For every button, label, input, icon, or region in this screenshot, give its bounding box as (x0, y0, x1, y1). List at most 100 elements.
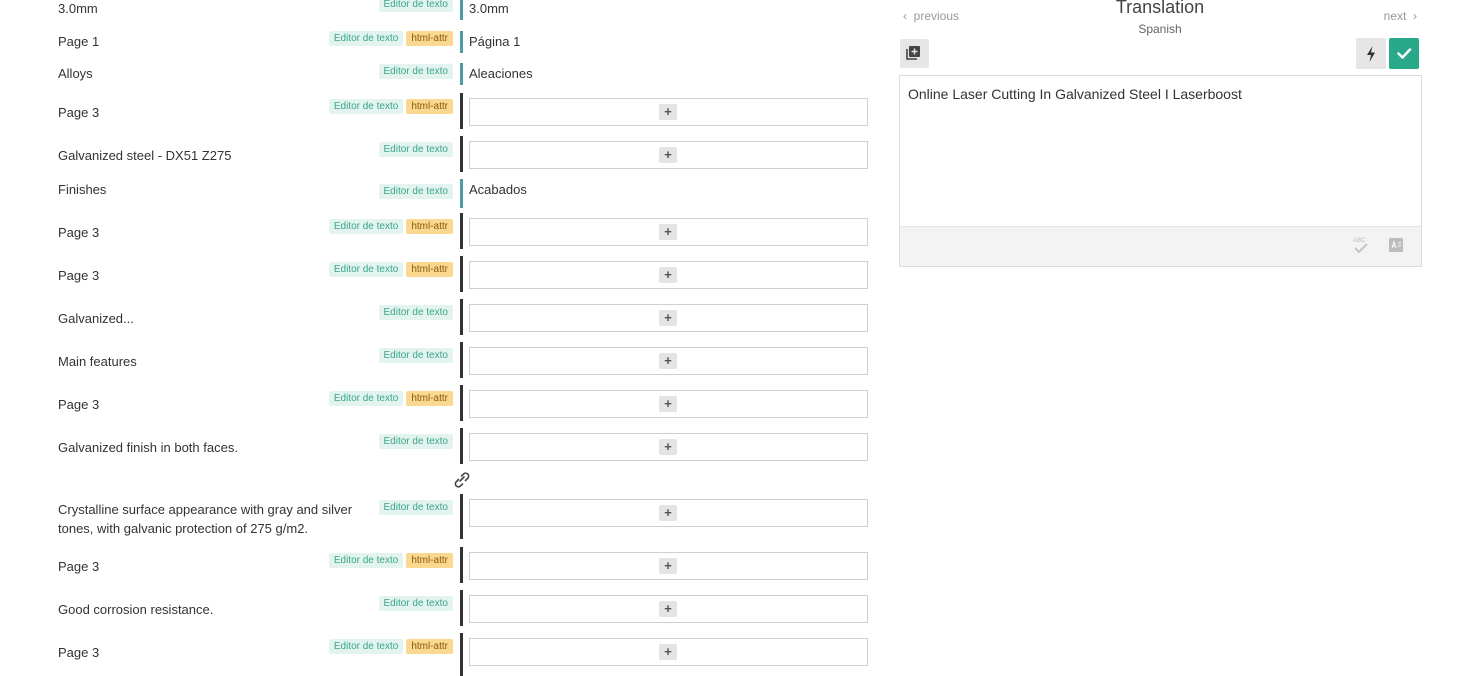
segment-list: 3.0mm Editor de texto 3.0mm Page 1 Editor de… (0, 0, 880, 676)
segment-status-bar (460, 31, 463, 53)
spellcheck-icon[interactable]: ABC (1352, 235, 1370, 255)
translation-input[interactable]: + (469, 390, 868, 418)
next-link[interactable]: next › (1384, 9, 1417, 23)
segment-tags: Editor de texto (378, 184, 453, 199)
segment-status-bar (460, 179, 463, 208)
add-translation-button[interactable]: + (659, 558, 677, 574)
add-translation-button[interactable]: + (659, 601, 677, 617)
segment-status-bar (460, 494, 463, 539)
target-language: Spanish (1138, 22, 1182, 36)
segment-tags: Editor de texto html-attr (328, 31, 453, 46)
segment-status-bar (460, 385, 463, 421)
add-translation-button[interactable]: + (659, 439, 677, 455)
add-translation-button[interactable]: + (659, 396, 677, 412)
segment-tags: Editor de texto (378, 596, 453, 611)
source-text: Page 3 (58, 225, 100, 240)
segment-tags: Editor de texto html-attr (328, 219, 453, 234)
source-text: Page 3 (58, 559, 100, 574)
segment-status-bar (460, 299, 463, 335)
text-editor-tag: Editor de texto (378, 500, 453, 515)
text-editor-tag: Editor de texto (328, 391, 404, 406)
check-icon (1397, 48, 1412, 59)
source-text: Main features (58, 354, 137, 369)
source-text: Finishes (58, 182, 107, 197)
segment-status-bar (460, 93, 463, 129)
segment-tags: Editor de texto (378, 434, 453, 449)
segment-status-bar (460, 63, 463, 85)
source-text: Galvanized steel - DX51 Z275 (58, 148, 232, 163)
segment-tags: Editor de texto html-attr (328, 391, 453, 406)
text-editor-tag: Editor de texto (378, 596, 453, 611)
translation-text[interactable]: Página 1 (469, 32, 520, 51)
translation-input[interactable]: + (469, 261, 868, 289)
translation-text[interactable]: 3.0mm (469, 0, 509, 18)
translation-text[interactable]: Online Laser Cutting In Galvanized Steel… (908, 86, 1242, 102)
translation-input[interactable]: + (469, 218, 868, 246)
add-translation-button[interactable]: + (659, 147, 677, 163)
add-translation-button[interactable]: + (659, 104, 677, 120)
segment-status-bar (460, 342, 463, 378)
source-text: Crystalline surface appearance with gray… (58, 502, 353, 536)
source-text: Page 3 (58, 105, 100, 120)
source-text: Page 3 (58, 397, 100, 412)
text-editor-tag: Editor de texto (378, 184, 453, 199)
segment-status-bar (460, 590, 463, 626)
copy-icon (906, 46, 920, 60)
html-attr-tag: html-attr (406, 639, 453, 654)
segment-tags: Editor de texto (378, 0, 453, 12)
segment-status-bar (460, 547, 463, 583)
editor-toolbar: ABC (900, 226, 1421, 266)
segment-tags: Editor de texto (378, 500, 453, 515)
segment-status-bar (460, 0, 463, 20)
text-editor-tag: Editor de texto (378, 305, 453, 320)
translation-input[interactable]: + (469, 499, 868, 527)
segment-status-bar (460, 136, 463, 172)
segment-status-bar (460, 633, 463, 676)
translation-input[interactable]: + (469, 638, 868, 666)
copy-source-button[interactable] (900, 39, 929, 68)
text-editor-tag: Editor de texto (378, 64, 453, 79)
translation-input[interactable]: + (469, 141, 868, 169)
link-icon[interactable] (451, 470, 473, 490)
add-translation-button[interactable]: + (659, 224, 677, 240)
translation-input[interactable]: + (469, 347, 868, 375)
glossary-icon[interactable] (1388, 237, 1404, 253)
machine-translate-button[interactable] (1356, 38, 1386, 69)
next-label: next (1383, 9, 1407, 23)
text-editor-tag: Editor de texto (378, 142, 453, 157)
translation-input[interactable]: + (469, 304, 868, 332)
confirm-button[interactable] (1389, 38, 1419, 69)
html-attr-tag: html-attr (406, 391, 453, 406)
add-translation-button[interactable]: + (659, 267, 677, 283)
translation-panel-header: ‹ previous Translation Spanish next › (899, 0, 1421, 40)
source-text: 3.0mm (58, 1, 98, 16)
add-translation-button[interactable]: + (659, 644, 677, 660)
add-translation-button[interactable]: + (659, 353, 677, 369)
text-editor-tag: Editor de texto (328, 553, 404, 568)
segment-tags: Editor de texto html-attr (328, 262, 453, 277)
segment-status-bar (460, 256, 463, 292)
add-translation-button[interactable]: + (659, 310, 677, 326)
translation-input[interactable]: + (469, 98, 868, 126)
segment-tags: Editor de texto html-attr (328, 553, 453, 568)
text-editor-tag: Editor de texto (328, 31, 404, 46)
source-text: Page 3 (58, 645, 100, 660)
text-editor-tag: Editor de texto (378, 434, 453, 449)
translation-editor[interactable]: Online Laser Cutting In Galvanized Steel… (899, 75, 1422, 267)
svg-text:ABC: ABC (1353, 238, 1366, 244)
source-text: Galvanized... (58, 311, 134, 326)
translation-text[interactable]: Acabados (469, 180, 527, 199)
add-translation-button[interactable]: + (659, 505, 677, 521)
text-editor-tag: Editor de texto (378, 0, 453, 12)
html-attr-tag: html-attr (406, 262, 453, 277)
text-editor-tag: Editor de texto (328, 99, 404, 114)
translation-input[interactable]: + (469, 595, 868, 623)
translation-text[interactable]: Aleaciones (469, 64, 533, 83)
source-text: Alloys (58, 66, 93, 81)
html-attr-tag: html-attr (406, 553, 453, 568)
lightning-icon (1367, 46, 1375, 62)
html-attr-tag: html-attr (406, 31, 453, 46)
translation-input[interactable]: + (469, 433, 868, 461)
segment-tags: Editor de texto html-attr (328, 99, 453, 114)
translation-input[interactable]: + (469, 552, 868, 580)
